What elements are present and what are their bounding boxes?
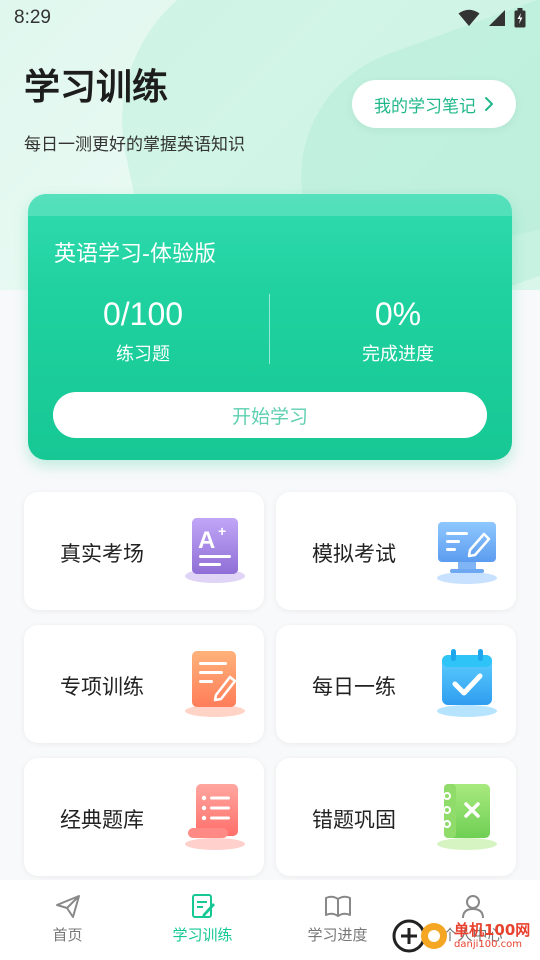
- progress-label: 完成进度: [362, 344, 434, 365]
- tile-special-training[interactable]: 专项训练: [24, 625, 264, 743]
- tile-label: 模拟考试: [312, 542, 396, 566]
- tile-label: 真实考场: [60, 542, 144, 566]
- tile-classic-question-bank[interactable]: 经典题库: [24, 758, 264, 876]
- nav-study-training[interactable]: 学习训练: [135, 880, 270, 960]
- scroll-list-icon: [185, 784, 245, 850]
- edit-note-icon: [191, 894, 215, 918]
- watermark-sub: danji100.com: [454, 939, 522, 950]
- progress-stat: 0% 完成进度: [298, 294, 498, 366]
- tile-daily-practice[interactable]: 每日一练: [276, 625, 516, 743]
- course-card: 英语学习-体验版 0/100 练习题 0% 完成进度 开始学习: [28, 194, 512, 460]
- my-notes-label: 我的学习笔记: [374, 96, 476, 117]
- practice-stat: 0/100 练习题: [43, 294, 243, 366]
- start-learning-button[interactable]: 开始学习: [53, 392, 487, 438]
- nav-label: 学习进度: [307, 926, 368, 944]
- tile-mock-exam[interactable]: 模拟考试: [276, 492, 516, 610]
- site-watermark: 单机100网 danji100.com: [390, 912, 540, 960]
- watermark-text: 单机100网 danji100.com: [454, 921, 530, 951]
- document-pen-icon: [185, 651, 245, 717]
- nav-home[interactable]: 首页: [0, 880, 135, 960]
- page-title: 学习训练: [24, 67, 169, 108]
- nav-label: 学习训练: [172, 926, 233, 944]
- tile-label: 专项训练: [60, 675, 144, 699]
- practice-label: 练习题: [116, 344, 170, 365]
- tile-label: 经典题库: [60, 808, 144, 832]
- tile-label: 错题巩固: [312, 808, 396, 832]
- status-time: 8:29: [14, 7, 51, 28]
- watermark-main: 单机100网: [454, 921, 531, 939]
- tile-real-exam[interactable]: 真实考场 A +: [24, 492, 264, 610]
- status-icons: [458, 8, 526, 28]
- svg-text:+: +: [218, 523, 226, 539]
- nav-study-progress[interactable]: 学习进度: [270, 880, 405, 960]
- tile-wrong-questions-review[interactable]: 错题巩固: [276, 758, 516, 876]
- wifi-icon: [458, 9, 480, 26]
- open-book-icon: [324, 895, 351, 917]
- monitor-pen-icon: [437, 522, 497, 584]
- course-title: 英语学习-体验版: [54, 242, 216, 267]
- notebook-x-icon: [437, 784, 497, 850]
- battery-icon: [514, 8, 526, 28]
- my-notes-button[interactable]: 我的学习笔记: [352, 80, 516, 128]
- stat-divider: [269, 294, 270, 364]
- chevron-right-icon: [485, 97, 493, 111]
- progress-value: 0%: [374, 296, 422, 332]
- calendar-check-icon: [437, 649, 497, 717]
- tile-label: 每日一练: [312, 675, 396, 699]
- page-subtitle: 每日一测更好的掌握英语知识: [24, 135, 245, 155]
- practice-count: 0/100: [102, 296, 184, 332]
- signal-icon: [489, 10, 505, 26]
- watermark-logo-icon: [392, 919, 447, 953]
- svg-text:A: A: [198, 527, 215, 554]
- nav-label: 首页: [52, 926, 83, 944]
- exam-paper-a-plus-icon: A +: [185, 518, 245, 583]
- status-bar: 8:29: [0, 0, 540, 36]
- paper-plane-icon: [55, 895, 80, 918]
- card-highlight: [28, 194, 512, 216]
